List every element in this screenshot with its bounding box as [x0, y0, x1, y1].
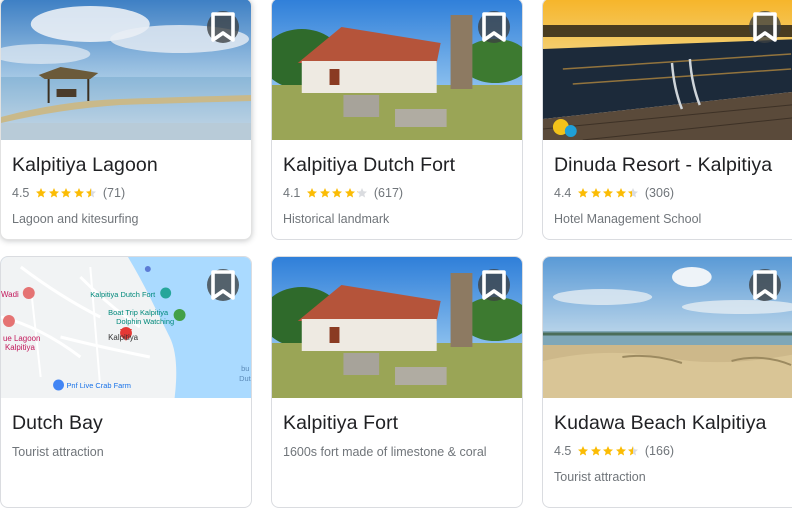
save-button[interactable] — [207, 269, 239, 301]
rating-stars — [577, 187, 640, 199]
map-label: ue Lagoon — [3, 334, 40, 343]
review-count: (71) — [102, 186, 126, 200]
rating-stars — [577, 445, 640, 457]
rating-row: 4.4 (306) — [554, 186, 674, 200]
save-button[interactable] — [207, 11, 239, 43]
place-title: Dutch Bay — [12, 412, 103, 434]
map-label: Kalpitiya Dutch Fort — [90, 290, 156, 299]
rating-value: 4.1 — [283, 186, 301, 200]
bookmark-icon — [211, 12, 235, 42]
star-icon — [578, 188, 589, 198]
place-category: Historical landmark — [283, 212, 390, 226]
star-icon — [628, 446, 639, 456]
place-card-dinuda-resort[interactable]: Dinuda Resort - Kalpitiya 4.4 (306) Hote… — [542, 0, 792, 240]
place-category: Tourist attraction — [554, 470, 646, 484]
star-icon — [615, 446, 626, 456]
map-label: Kalpitiya — [108, 333, 139, 342]
map-label: bu — [241, 364, 249, 373]
place-title: Kalpitiya Dutch Fort — [283, 154, 456, 176]
rating-row: 4.1 (617) — [283, 186, 403, 200]
place-title: Dinuda Resort - Kalpitiya — [554, 154, 773, 176]
rating-value: 4.5 — [554, 444, 572, 458]
review-count: (166) — [644, 444, 675, 458]
bookmark-icon — [211, 270, 235, 300]
bookmark-icon — [482, 12, 506, 42]
save-button[interactable] — [478, 11, 510, 43]
place-card-kalpitiya-fort[interactable]: Kalpitiya Fort 1600s fort made of limest… — [271, 256, 523, 508]
star-icon — [36, 188, 47, 198]
bookmark-icon — [753, 12, 777, 42]
map-label: Wadi — [1, 290, 19, 299]
place-photo — [543, 0, 792, 140]
star-icon — [578, 446, 589, 456]
star-icon — [86, 188, 97, 198]
place-card-kudawa-beach[interactable]: Kudawa Beach Kalpitiya 4.5 (166) Tourist… — [542, 256, 792, 508]
save-button[interactable] — [478, 269, 510, 301]
place-photo — [1, 0, 251, 140]
map-label: Dutch — [239, 374, 251, 383]
place-photo — [272, 257, 522, 398]
review-count: (306) — [644, 186, 675, 200]
star-icon — [603, 188, 614, 198]
rating-value: 4.4 — [554, 186, 572, 200]
place-card-kalpitiya-lagoon[interactable]: Kalpitiya Lagoon 4.5 (71) Lagoon and kit… — [0, 0, 252, 240]
rating-value: 4.5 — [12, 186, 30, 200]
place-category: Lagoon and kitesurfing — [12, 212, 139, 226]
map-thumbnail: Wadi ue Lagoon Kalpitiya Kalpitiya Dutch… — [1, 257, 251, 398]
star-icon — [615, 188, 626, 198]
star-icon — [357, 188, 368, 198]
bookmark-icon — [482, 270, 506, 300]
place-category: Tourist attraction — [12, 445, 104, 459]
rating-row: 4.5 (166) — [554, 444, 674, 458]
rating-stars — [35, 187, 98, 199]
place-photo — [543, 257, 792, 398]
rating-stars — [306, 187, 369, 199]
map-label: Dolphin Watching — [116, 317, 174, 326]
map-label: Kalpitiya — [5, 343, 36, 352]
bookmark-icon — [753, 270, 777, 300]
star-icon — [603, 446, 614, 456]
star-icon — [590, 446, 601, 456]
place-card-dutch-bay[interactable]: Wadi ue Lagoon Kalpitiya Kalpitiya Dutch… — [0, 256, 252, 508]
save-button[interactable] — [749, 11, 781, 43]
place-title: Kudawa Beach Kalpitiya — [554, 412, 767, 434]
star-icon — [628, 188, 639, 198]
review-count: (617) — [373, 186, 404, 200]
star-icon — [61, 188, 72, 198]
map-label: Boat Trip Kalpitiya — [108, 308, 169, 317]
place-category: 1600s fort made of limestone & coral — [283, 445, 487, 459]
star-icon — [344, 188, 355, 198]
place-category: Hotel Management School — [554, 212, 702, 226]
place-title: Kalpitiya Lagoon — [12, 154, 158, 176]
star-icon — [590, 188, 601, 198]
star-icon — [332, 188, 343, 198]
place-card-kalpitiya-dutch-fort[interactable]: Kalpitiya Dutch Fort 4.1 (617) Historica… — [271, 0, 523, 240]
map-label: Pnf Live Crab Farm — [66, 381, 130, 390]
save-button[interactable] — [749, 269, 781, 301]
star-icon — [48, 188, 59, 198]
place-photo — [272, 0, 522, 140]
star-icon — [307, 188, 318, 198]
place-title: Kalpitiya Fort — [283, 412, 399, 434]
star-icon — [73, 188, 84, 198]
star-icon — [319, 188, 330, 198]
rating-row: 4.5 (71) — [12, 186, 125, 200]
